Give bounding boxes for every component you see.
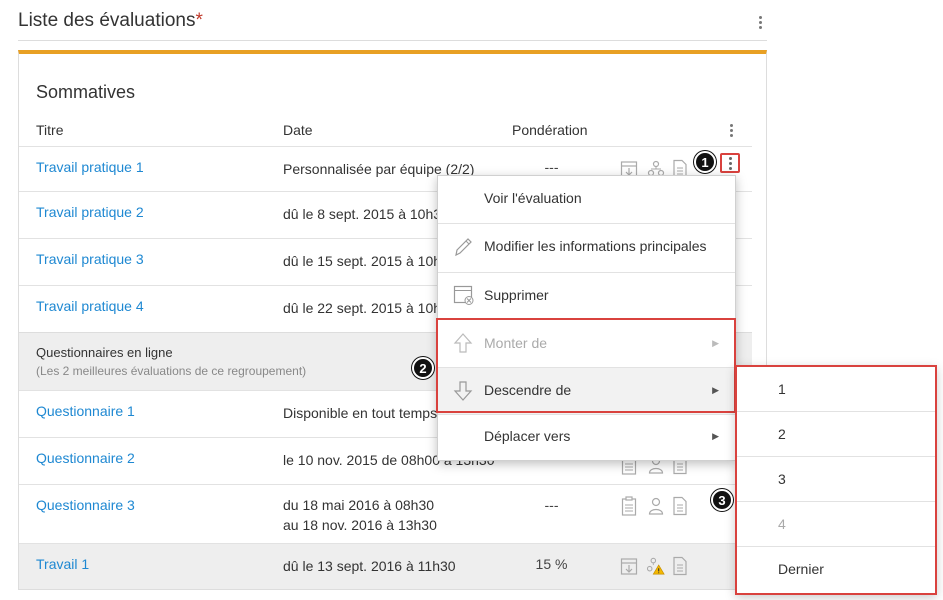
step-badge: 2 — [412, 357, 434, 379]
menu-item-label: Supprimer — [484, 287, 549, 303]
table-options-icon[interactable] — [724, 120, 738, 140]
menu-item-edit[interactable]: Modifier les informations principales — [438, 224, 735, 272]
calendar-download-icon[interactable] — [620, 556, 638, 576]
page-title: Liste des évaluations* — [18, 10, 203, 31]
row-ponderation: --- — [544, 497, 559, 513]
row-title-link[interactable]: Questionnaire 3 — [36, 497, 135, 513]
submenu-item-label: 1 — [778, 381, 786, 397]
submenu-item[interactable]: 4 — [737, 502, 935, 547]
chevron-right-icon: ▶ — [712, 431, 719, 441]
row-title-link[interactable]: Travail pratique 4 — [36, 298, 144, 314]
submenu-item[interactable]: 1 — [737, 367, 935, 412]
position-submenu: 1 2 3 4 Dernier — [735, 365, 937, 595]
row-ponderation: 15 % — [535, 556, 568, 572]
person-icon[interactable] — [647, 496, 665, 516]
submenu-item-label: Dernier — [778, 561, 824, 577]
section-title: Sommatives — [36, 82, 136, 102]
step-badge: 3 — [711, 489, 733, 511]
row-title-link[interactable]: Travail pratique 1 — [36, 159, 144, 175]
column-header-titre: Titre — [36, 122, 64, 138]
row-title-link[interactable]: Questionnaire 1 — [36, 403, 135, 419]
submenu-item[interactable]: 2 — [737, 412, 935, 457]
row-ponderation: --- — [544, 159, 559, 175]
group-subtitle: (Les 2 meilleures évaluations de ce regr… — [36, 364, 307, 378]
menu-item-label: Voir l'évaluation — [484, 190, 582, 206]
step-badge: 1 — [694, 151, 716, 173]
row-date: dû le 15 sept. 2015 à 10h3 — [283, 253, 449, 269]
menu-item-view[interactable]: Voir l'évaluation — [438, 176, 735, 223]
pencil-icon — [453, 236, 473, 261]
column-header-ponderation: Pondération — [512, 122, 588, 138]
column-header-date: Date — [283, 122, 313, 138]
row-date: dû le 13 sept. 2016 à 11h30 — [283, 558, 456, 574]
menu-item-delete[interactable]: Supprimer — [438, 273, 735, 319]
title-divider — [18, 40, 767, 41]
table-row: Questionnaire 3 du 18 mai 2016 à 08h30 a… — [19, 484, 752, 543]
row-date: dû le 22 sept. 2015 à 10h3 — [283, 300, 449, 316]
document-checklist-icon[interactable] — [671, 496, 689, 516]
row-date: Disponible en tout temps — [283, 405, 438, 421]
row-title-link[interactable]: Travail pratique 3 — [36, 251, 144, 267]
submenu-item[interactable]: Dernier — [737, 547, 935, 592]
required-mark: * — [195, 10, 203, 31]
row-title-link[interactable]: Travail 1 — [36, 556, 89, 572]
menu-item-label: Modifier les informations principales — [484, 238, 707, 254]
document-checklist-icon[interactable] — [671, 556, 689, 576]
submenu-item-label: 4 — [778, 516, 786, 532]
row-title-link[interactable]: Questionnaire 2 — [36, 450, 135, 466]
row-title-link[interactable]: Travail pratique 2 — [36, 204, 144, 220]
clipboard-icon[interactable] — [620, 496, 638, 516]
row-date: dû le 8 sept. 2015 à 10h30 — [283, 206, 449, 222]
table-row: Travail 1 dû le 13 sept. 2016 à 11h30 15… — [19, 543, 752, 589]
page-options-icon[interactable] — [753, 12, 767, 32]
row-date-end: au 18 nov. 2016 à 13h30 — [283, 517, 437, 533]
highlight-box — [436, 318, 736, 413]
group-title: Questionnaires en ligne — [36, 345, 173, 360]
submenu-item[interactable]: 3 — [737, 457, 935, 502]
row-date-start: du 18 mai 2016 à 08h30 — [283, 497, 435, 513]
submenu-item-label: 3 — [778, 471, 786, 487]
delete-icon — [453, 284, 475, 309]
team-warning-icon[interactable] — [647, 556, 665, 576]
submenu-item-label: 2 — [778, 426, 786, 442]
menu-item-label: Déplacer vers — [484, 428, 571, 444]
menu-item-move-to[interactable]: Déplacer vers ▶ — [438, 415, 735, 460]
row-options-button[interactable] — [720, 153, 740, 173]
